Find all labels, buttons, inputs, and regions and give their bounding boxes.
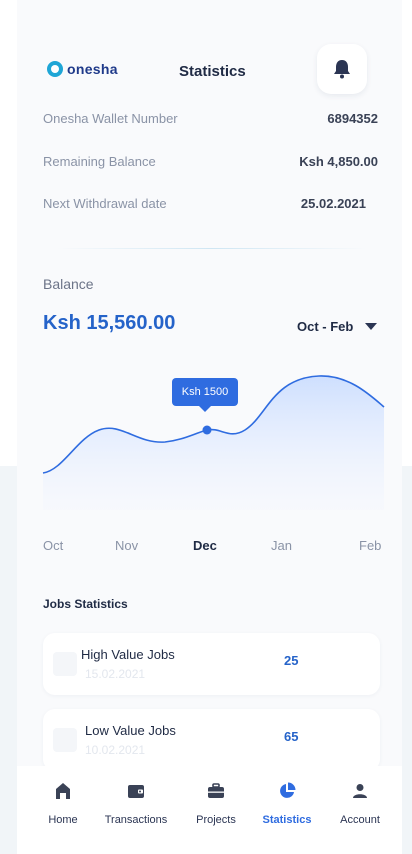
home-icon xyxy=(56,783,70,799)
tab-label: Home xyxy=(48,814,78,826)
remaining-balance-label: Remaining Balance xyxy=(43,154,156,169)
notifications-button[interactable] xyxy=(317,44,367,94)
remaining-balance-value: Ksh 4,850.00 xyxy=(299,154,378,169)
job-card-low-value[interactable]: Low Value Jobs 10.02.2021 65 xyxy=(43,709,380,771)
date-range-value: Oct - Feb xyxy=(297,319,354,334)
wallet-number-value: 6894352 xyxy=(327,111,378,126)
wallet-number-row: Onesha Wallet Number 6894352 xyxy=(43,111,378,126)
job-name: Low Value Jobs xyxy=(85,723,176,738)
tab-label: Projects xyxy=(196,814,236,826)
user-icon xyxy=(353,784,367,798)
next-withdrawal-label: Next Withdrawal date xyxy=(43,196,167,211)
month-tick-active[interactable]: Dec xyxy=(193,538,217,553)
bottom-tab-bar: Home Transactions Projects Statistics Ac… xyxy=(17,766,402,854)
next-withdrawal-value: 25.02.2021 xyxy=(300,196,366,211)
tab-label: Account xyxy=(340,814,380,826)
tab-home[interactable]: Home xyxy=(43,780,83,826)
tab-account[interactable]: Account xyxy=(335,780,385,826)
statistics-screen: onesha Statistics Onesha Wallet Number 6… xyxy=(17,0,402,854)
job-name: High Value Jobs xyxy=(81,647,175,662)
page-title: Statistics xyxy=(179,63,246,80)
balance-label: Balance xyxy=(43,276,94,292)
divider xyxy=(57,248,367,249)
job-date: 10.02.2021 xyxy=(85,743,146,757)
month-tick[interactable]: Oct xyxy=(43,538,63,553)
wallet-number-label: Onesha Wallet Number xyxy=(43,111,178,126)
tab-statistics[interactable]: Statistics xyxy=(261,780,313,826)
job-date: 15.02.2021 xyxy=(85,667,146,681)
month-tick[interactable]: Jan xyxy=(271,538,292,553)
wallet-icon xyxy=(128,785,144,798)
job-thumbnail xyxy=(53,728,77,752)
bell-icon xyxy=(334,60,350,79)
month-tick[interactable]: Feb xyxy=(359,538,381,553)
next-withdrawal-row: Next Withdrawal date 25.02.2021 xyxy=(43,196,378,211)
tab-transactions[interactable]: Transactions xyxy=(99,780,173,826)
remaining-balance-row: Remaining Balance Ksh 4,850.00 xyxy=(43,154,378,169)
tab-label: Transactions xyxy=(104,814,168,826)
chart-highlight-point[interactable] xyxy=(202,425,212,435)
balance-amount: Ksh 15,560.00 xyxy=(43,312,176,334)
chart-tooltip: Ksh 1500 xyxy=(172,378,238,412)
briefcase-icon xyxy=(208,783,224,798)
month-tick[interactable]: Nov xyxy=(115,538,138,553)
jobs-statistics-title: Jobs Statistics xyxy=(43,597,128,611)
job-card-high-value[interactable]: High Value Jobs 15.02.2021 25 xyxy=(43,633,380,695)
job-count: 65 xyxy=(284,729,299,744)
tab-projects[interactable]: Projects xyxy=(191,780,241,826)
logo-text: onesha xyxy=(67,61,118,77)
pie-chart-icon xyxy=(280,782,296,798)
chevron-down-icon xyxy=(365,323,378,330)
onesha-logo: onesha xyxy=(47,61,118,77)
date-range-dropdown[interactable]: Oct - Feb xyxy=(297,319,378,334)
header: onesha Statistics xyxy=(17,44,402,100)
tab-label: Statistics xyxy=(262,814,312,826)
job-thumbnail xyxy=(53,652,77,676)
chart-x-axis: Oct Nov Dec Jan Feb xyxy=(17,538,402,554)
logo-mark-icon xyxy=(47,61,63,77)
job-count: 25 xyxy=(284,653,299,668)
